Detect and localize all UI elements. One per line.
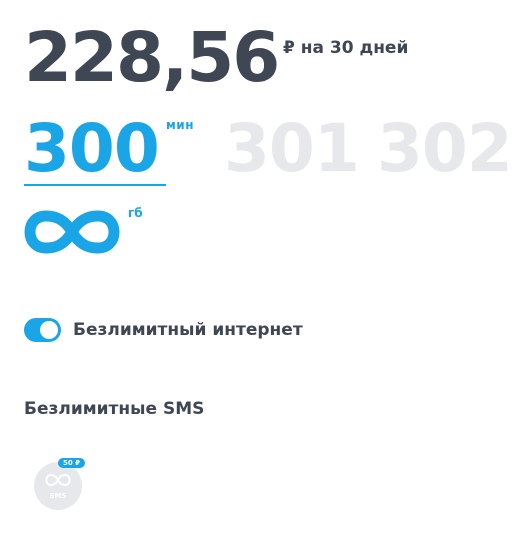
price-period: ₽ на 30 дней <box>283 38 409 58</box>
minutes-option-300[interactable]: 300 <box>24 116 160 182</box>
unlimited-internet-toggle[interactable] <box>24 318 61 342</box>
unlimited-internet-row: Безлимитный интернет <box>24 318 303 342</box>
minutes-option-301[interactable]: 301 <box>224 116 360 182</box>
minutes-selector[interactable]: 300 301 302 <box>24 116 521 188</box>
sms-section-title: Безлимитные SMS <box>24 399 205 419</box>
internet-unit: гб <box>128 206 143 220</box>
sms-price-badge: 50 ₽ <box>58 458 86 468</box>
unlimited-internet-label: Безлимитный интернет <box>73 320 303 340</box>
minutes-option-302[interactable]: 302 <box>377 116 513 182</box>
infinity-icon <box>45 473 71 487</box>
sms-option-circle: SMS <box>34 462 82 510</box>
minutes-unit: мин <box>166 118 195 132</box>
minutes-selected-underline <box>24 184 166 186</box>
sms-option-button[interactable]: SMS 50 ₽ <box>34 458 94 514</box>
sms-option-label: SMS <box>49 492 67 500</box>
price-value: 228,56 <box>24 18 280 98</box>
toggle-knob <box>40 321 58 339</box>
infinity-icon <box>24 210 120 258</box>
